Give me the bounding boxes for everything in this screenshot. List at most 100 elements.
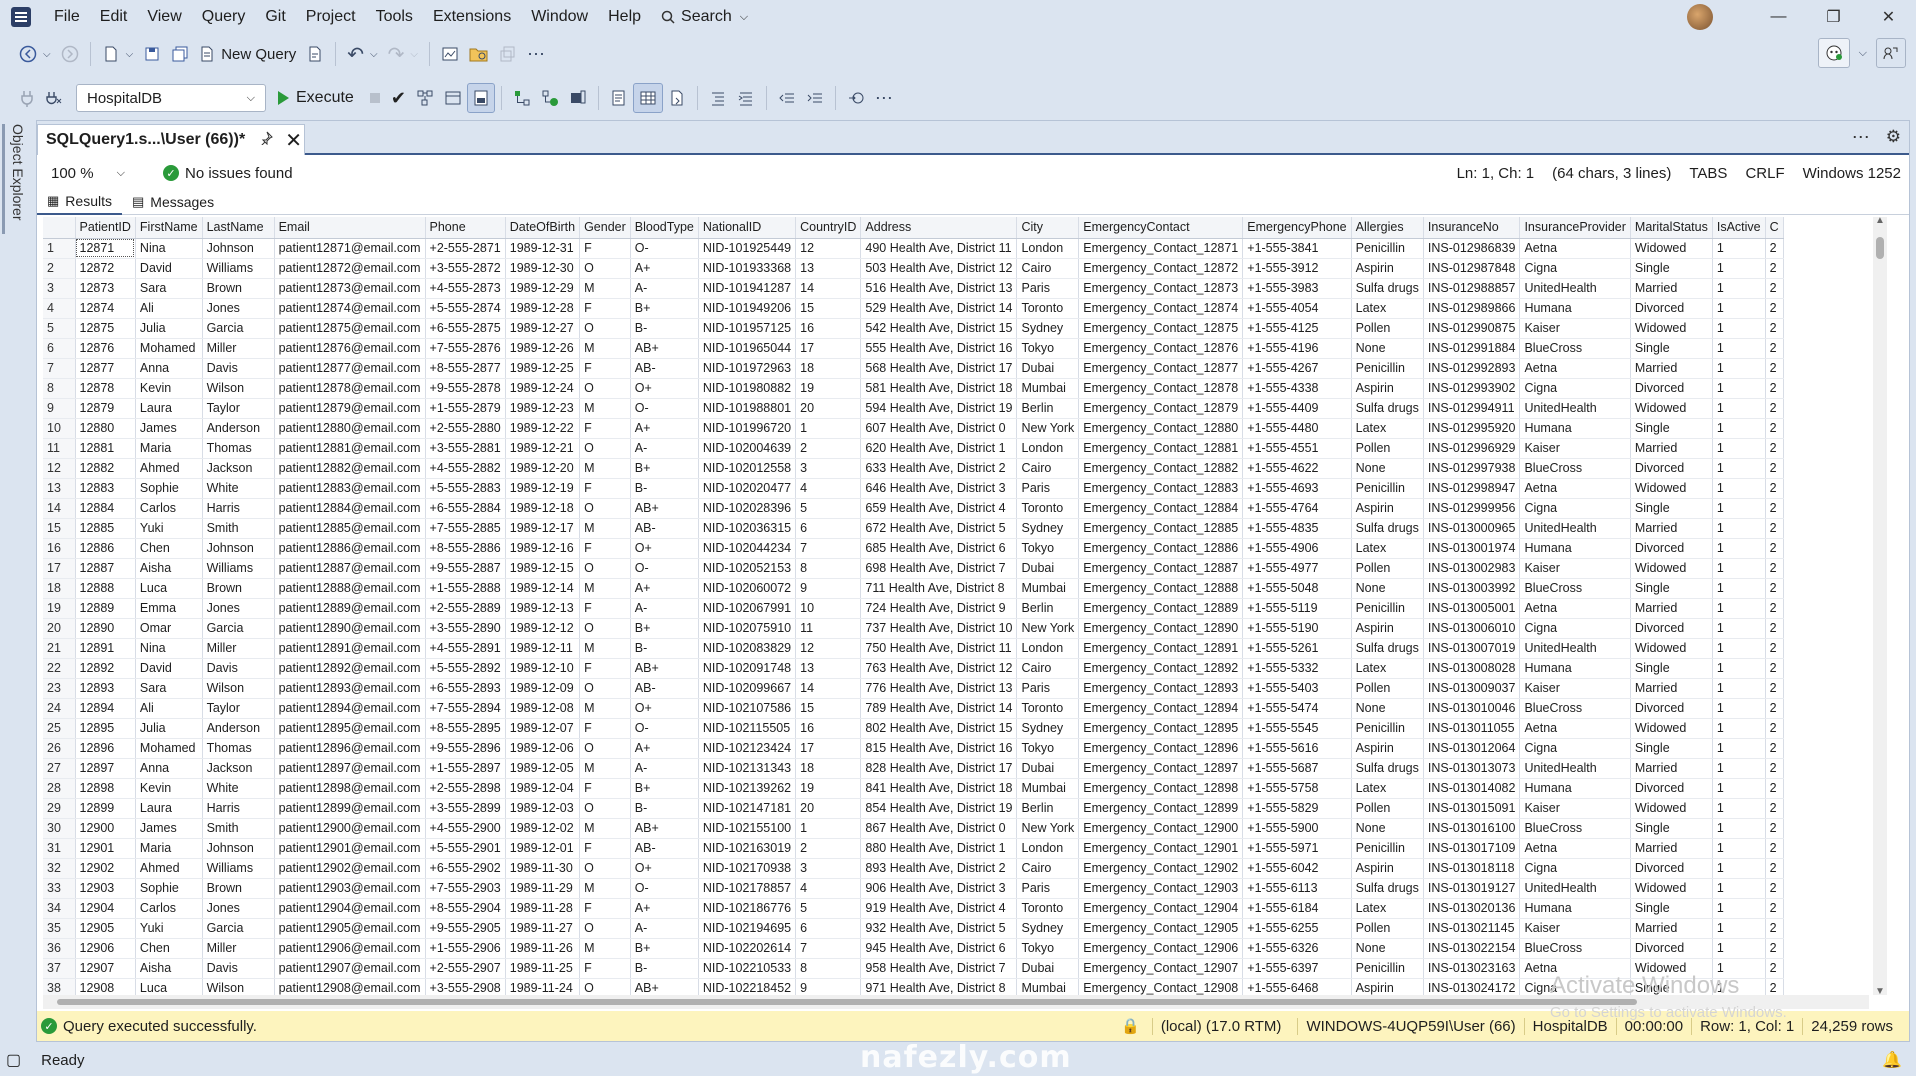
grid-cell[interactable]: patient12888@email.com xyxy=(274,578,426,599)
grid-cell[interactable]: 12881 xyxy=(75,438,136,459)
grid-cell[interactable]: Toronto xyxy=(1016,698,1080,719)
grid-cell[interactable]: Johnson xyxy=(202,838,275,859)
grid-cell[interactable]: Omar xyxy=(135,618,203,639)
table-row[interactable]: 15 12885 Yuki Smith patient12885@email.com +7… xyxy=(43,518,1784,539)
grid-cell[interactable]: +2-555-2907 xyxy=(425,958,506,979)
grid-cell[interactable]: 2 xyxy=(1765,518,1784,539)
grid-cell[interactable]: Widowed xyxy=(1630,318,1713,339)
row-number[interactable]: 9 xyxy=(43,398,76,419)
grid-cell[interactable]: B+ xyxy=(630,938,699,959)
grid-cell[interactable]: 1989-12-27 xyxy=(505,318,581,339)
grid-cell[interactable]: Sydney xyxy=(1016,518,1080,539)
grid-cell[interactable]: Wilson xyxy=(202,978,275,995)
include-plan-button[interactable] xyxy=(508,83,536,113)
grid-cell[interactable]: 12874 xyxy=(75,298,136,319)
grid-cell[interactable]: O xyxy=(579,558,631,579)
grid-cell[interactable]: 2 xyxy=(1765,278,1784,299)
grid-cell[interactable]: Sulfa drugs xyxy=(1351,278,1424,299)
grid-cell[interactable]: +1-555-4906 xyxy=(1242,538,1352,559)
grid-cell[interactable]: +5-555-2892 xyxy=(425,658,506,679)
grid-cell[interactable]: 12908 xyxy=(75,978,136,995)
scrollbar-thumb[interactable] xyxy=(57,999,1637,1005)
grid-cell[interactable]: 1989-11-25 xyxy=(505,958,581,979)
table-row[interactable]: 8 12878 Kevin Wilson patient12878@email.com +… xyxy=(43,378,1784,399)
estimated-plan-button[interactable] xyxy=(411,83,439,113)
grid-cell[interactable]: 12885 xyxy=(75,518,136,539)
grid-cell[interactable]: Julia xyxy=(135,318,203,339)
menu-item-file[interactable]: File xyxy=(44,0,90,34)
grid-cell[interactable]: patient12901@email.com xyxy=(274,838,426,859)
undo-button[interactable]: ↶ ⌵ xyxy=(342,39,382,69)
grid-cell[interactable]: Divorced xyxy=(1630,778,1713,799)
grid-cell[interactable]: Widowed xyxy=(1630,238,1713,259)
grid-cell[interactable]: London xyxy=(1016,438,1080,459)
grid-cell[interactable]: 503 Health Ave, District 12 xyxy=(860,258,1018,279)
grid-cell[interactable]: INS-012988857 xyxy=(1423,278,1521,299)
grid-cell[interactable]: Cairo xyxy=(1016,458,1080,479)
grid-cell[interactable]: Harris xyxy=(202,498,275,519)
grid-cell[interactable]: +1-555-4551 xyxy=(1242,438,1352,459)
table-row[interactable]: 23 12893 Sara Wilson patient12893@email.com +… xyxy=(43,678,1784,699)
grid-cell[interactable]: Tokyo xyxy=(1016,938,1080,959)
row-number[interactable]: 16 xyxy=(43,538,76,559)
grid-cell[interactable]: 815 Health Ave, District 16 xyxy=(860,738,1018,759)
grid-cell[interactable]: 12897 xyxy=(75,758,136,779)
grid-cell[interactable]: 2 xyxy=(1765,658,1784,679)
grid-cell[interactable]: Emergency_Contact_12894 xyxy=(1078,698,1244,719)
grid-cell[interactable]: 2 xyxy=(1765,638,1784,659)
grid-cell[interactable]: O+ xyxy=(630,378,699,399)
grid-cell[interactable]: 16 xyxy=(795,718,862,739)
grid-cell[interactable]: +1-555-4409 xyxy=(1242,398,1352,419)
grid-cell[interactable]: 607 Health Ave, District 0 xyxy=(860,418,1018,439)
grid-cell[interactable]: AB+ xyxy=(630,978,699,995)
grid-cell[interactable]: Williams xyxy=(202,258,275,279)
column-header[interactable]: EmergencyPhone xyxy=(1242,217,1352,239)
grid-cell[interactable]: INS-013008028 xyxy=(1423,658,1521,679)
grid-cell[interactable]: NID-101965044 xyxy=(698,338,797,359)
tab-results[interactable]: ▦ Results xyxy=(37,189,122,215)
grid-cell[interactable]: +9-555-2905 xyxy=(425,918,506,939)
grid-cell[interactable]: 12891 xyxy=(75,638,136,659)
grid-cell[interactable]: +9-555-2887 xyxy=(425,558,506,579)
grid-cell[interactable]: Married xyxy=(1630,358,1713,379)
grid-cell[interactable]: +5-555-2883 xyxy=(425,478,506,499)
grid-cell[interactable]: INS-013006010 xyxy=(1423,618,1521,639)
grid-cell[interactable]: Divorced xyxy=(1630,298,1713,319)
menu-item-view[interactable]: View xyxy=(137,0,191,34)
grid-cell[interactable]: Mumbai xyxy=(1016,778,1080,799)
grid-cell[interactable]: +8-555-2895 xyxy=(425,718,506,739)
grid-cell[interactable]: Single xyxy=(1630,898,1713,919)
grid-cell[interactable]: +1-555-6255 xyxy=(1242,918,1352,939)
grid-cell[interactable]: Aspirin xyxy=(1351,258,1424,279)
table-row[interactable]: 30 12900 James Smith patient12900@email.com +… xyxy=(43,818,1784,839)
grid-cell[interactable]: Paris xyxy=(1016,478,1080,499)
grid-cell[interactable]: Penicillin xyxy=(1351,718,1424,739)
grid-cell[interactable]: +1-555-4480 xyxy=(1242,418,1352,439)
grid-cell[interactable]: 1989-11-24 xyxy=(505,978,581,995)
row-number[interactable]: 26 xyxy=(43,738,76,759)
grid-cell[interactable]: 12894 xyxy=(75,698,136,719)
grid-cell[interactable]: 3 xyxy=(795,858,862,879)
grid-cell[interactable]: 1989-12-05 xyxy=(505,758,581,779)
grid-cell[interactable]: Emma xyxy=(135,598,203,619)
grid-cell[interactable]: 6 xyxy=(795,518,862,539)
grid-cell[interactable]: 594 Health Ave, District 19 xyxy=(860,398,1018,419)
grid-cell[interactable]: 2 xyxy=(1765,818,1784,839)
grid-cell[interactable]: 5 xyxy=(795,498,862,519)
grid-cell[interactable]: patient12890@email.com xyxy=(274,618,426,639)
grid-cell[interactable]: 12893 xyxy=(75,678,136,699)
grid-cell[interactable]: Pollen xyxy=(1351,798,1424,819)
grid-cell[interactable]: Single xyxy=(1630,498,1713,519)
row-number[interactable]: 12 xyxy=(43,458,76,479)
grid-cell[interactable]: Kaiser xyxy=(1519,798,1631,819)
grid-cell[interactable]: Latex xyxy=(1351,538,1424,559)
tabs-mode[interactable]: TABS xyxy=(1689,165,1727,182)
grid-cell[interactable]: Emergency_Contact_12882 xyxy=(1078,458,1244,479)
grid-cell[interactable]: patient12899@email.com xyxy=(274,798,426,819)
scrollbar-thumb[interactable] xyxy=(1876,237,1884,259)
grid-cell[interactable]: 12882 xyxy=(75,458,136,479)
grid-cell[interactable]: AB+ xyxy=(630,498,699,519)
grid-cell[interactable]: Emergency_Contact_12887 xyxy=(1078,558,1244,579)
grid-cell[interactable]: 1989-12-15 xyxy=(505,558,581,579)
grid-cell[interactable]: 17 xyxy=(795,738,862,759)
